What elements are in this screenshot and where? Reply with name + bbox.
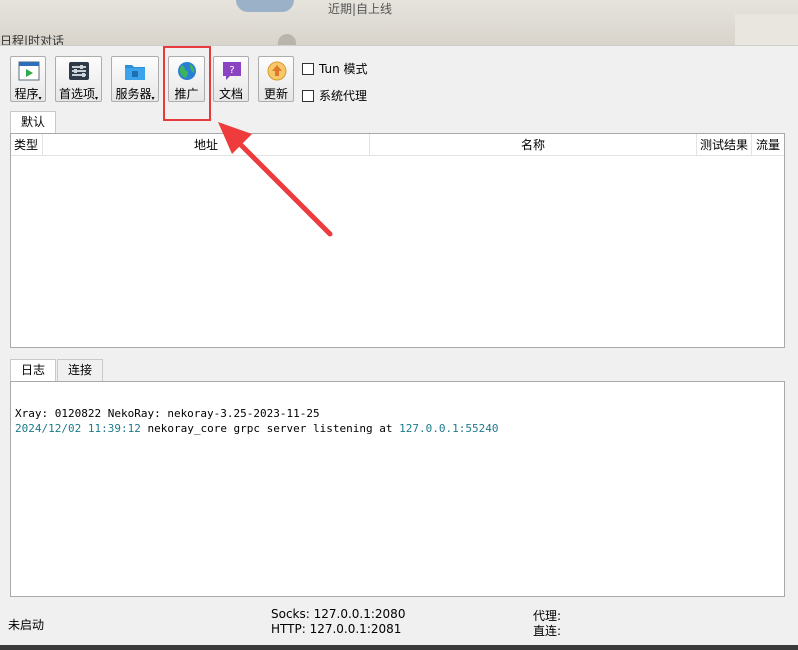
tun-mode-option[interactable]: Tun 模式	[302, 60, 368, 77]
system-proxy-option[interactable]: 系统代理	[302, 87, 367, 104]
column-header-name[interactable]: 名称	[370, 134, 697, 156]
update-label: 更新	[263, 87, 288, 101]
log-timestamp: 2024/12/02 11:39:12	[15, 422, 141, 435]
servers-button[interactable]: 服务器▾	[111, 56, 159, 102]
log-address: 127.0.0.1:55240	[399, 422, 499, 435]
server-folder-icon	[125, 65, 145, 80]
tun-mode-label: Tun 模式	[319, 62, 368, 76]
column-header-address[interactable]: 地址	[43, 134, 370, 156]
tab-log[interactable]: 日志	[10, 359, 56, 381]
system-proxy-checkbox[interactable]	[302, 89, 314, 102]
socks-address: Socks: 127.0.0.1:2080	[271, 607, 406, 621]
help-book-icon: ?	[223, 62, 241, 80]
preferences-button[interactable]: 首选项▾	[55, 56, 102, 102]
docs-label: 文档	[218, 87, 243, 101]
core-status: 未启动	[8, 618, 45, 632]
table-header: 类型 地址 名称 测试结果 流量	[11, 134, 784, 156]
servers-label: 服务器	[115, 87, 152, 101]
background-panel	[735, 14, 798, 46]
preferences-label: 首选项	[58, 87, 95, 101]
log-message: nekoray_core grpc server listening at	[140, 422, 400, 435]
server-table[interactable]: 类型 地址 名称 测试结果 流量	[10, 133, 785, 348]
promote-highlight-box	[163, 46, 211, 121]
log-line-grpc: 2024/12/02 11:39:12 nekoray_core grpc se…	[15, 421, 780, 436]
servers-caret-icon: ▾	[151, 95, 155, 102]
column-header-test-result[interactable]: 测试结果	[697, 134, 752, 156]
preferences-caret-icon: ▾	[95, 95, 99, 102]
background-logo	[236, 0, 294, 12]
program-caret-icon: ▾	[38, 95, 42, 102]
system-proxy-label: 系统代理	[319, 89, 368, 103]
direct-status: 直连:	[533, 624, 562, 638]
column-header-traffic[interactable]: 流量	[752, 134, 785, 156]
program-button[interactable]: 程序▾	[10, 56, 46, 102]
settings-sliders-icon	[69, 62, 89, 80]
docs-button[interactable]: ? 文档	[213, 56, 249, 102]
program-window-icon	[18, 61, 40, 81]
tab-default-group[interactable]: 默认	[10, 111, 56, 133]
program-label: 程序	[14, 87, 39, 101]
tab-connections[interactable]: 连接	[57, 359, 103, 381]
nekoray-main-window: 程序▾ 首选项▾ 服务器▾ 推广 ? 文档 更新 Tun 模式 系统代理 默认 …	[0, 45, 798, 645]
log-line-version: Xray: 0120822 NekoRay: nekoray-3.25-2023…	[15, 407, 320, 420]
bottom-edge	[0, 645, 798, 650]
background-text-right: 近期|自上线	[328, 2, 393, 16]
background-desktop: 日程|时对话 近期|自上线	[0, 0, 798, 48]
update-arrow-icon	[267, 61, 287, 81]
update-button[interactable]: 更新	[258, 56, 294, 102]
log-panel[interactable]: Xray: 0120822 NekoRay: nekoray-3.25-2023…	[10, 381, 785, 597]
tun-mode-checkbox[interactable]	[302, 62, 314, 75]
http-address: HTTP: 127.0.0.1:2081	[271, 622, 402, 636]
svg-text:?: ?	[229, 65, 234, 76]
column-header-type[interactable]: 类型	[11, 134, 43, 156]
